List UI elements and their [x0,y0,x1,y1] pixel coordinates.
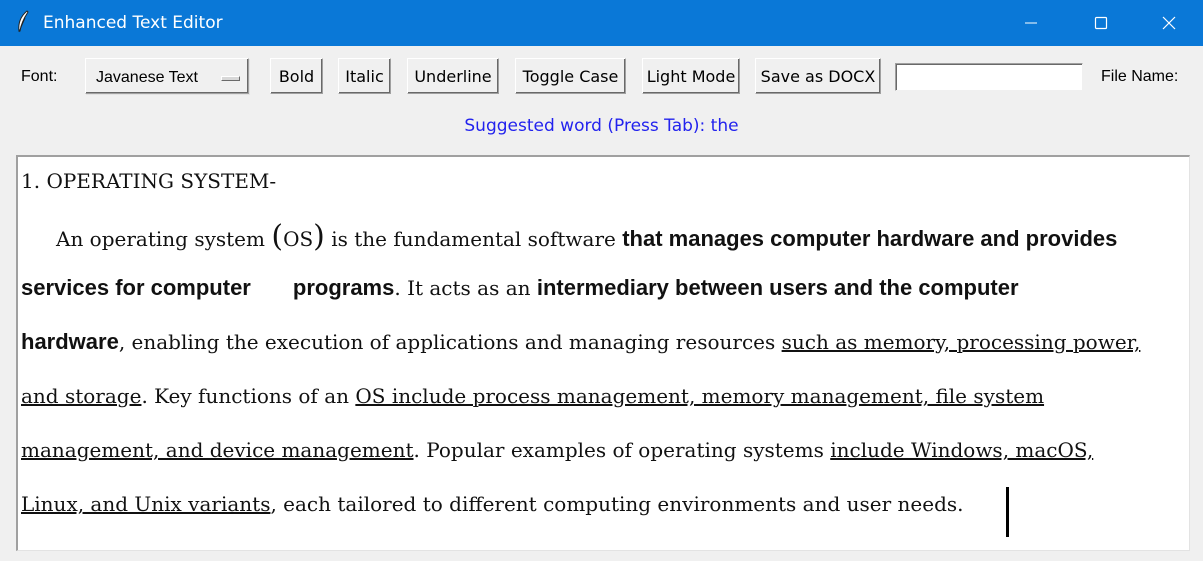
window-title: Enhanced Text Editor [43,13,223,33]
underlined-text-run: such as memory, processing power, [781,330,1141,354]
bold-text-run: programs [292,275,395,300]
maximize-button[interactable] [1066,0,1136,46]
text-run: ( [271,219,284,254]
light-mode-button[interactable]: Light Mode [642,58,740,94]
underlined-text-run: OS include process management, memory ma… [355,384,1045,408]
text-run: . Key functions of an [141,384,356,408]
word-suggestion: Suggested word (Press Tab): the [464,116,739,136]
text-run: OS [283,227,314,251]
bold-text-run: services for computer [21,275,251,300]
doc-line-4: hardware, enabling the execution of appl… [21,329,1140,355]
text-run: ) [313,219,325,254]
underlined-text-run: include Windows, macOS, [830,438,1094,462]
doc-line-1: 1. OPERATING SYSTEM- [21,169,276,193]
font-label: Font: [21,68,58,85]
close-button[interactable] [1134,0,1203,46]
minimize-icon [1025,22,1037,24]
text-run: is the fundamental software [324,227,623,251]
bold-text-run: hardware [21,329,119,354]
bold-button[interactable]: Bold [270,58,323,94]
doc-line-2: An operating system (OS) is the fundamen… [56,219,1117,254]
title-bar: Enhanced Text Editor [0,0,1203,46]
doc-line-7: Linux, and Unix variants, each tailored … [21,492,964,516]
dropdown-indicator-icon [221,76,240,81]
text-run: . It acts as an [394,276,537,300]
heading-text: 1. OPERATING SYSTEM- [21,169,277,193]
maximize-icon [1094,16,1108,30]
font-select[interactable]: Javanese Text [85,58,249,94]
text-editor[interactable]: 1. OPERATING SYSTEM- An operating system… [16,155,1190,551]
save-docx-button[interactable]: Save as DOCX [755,58,881,94]
font-select-value: Javanese Text [96,69,198,86]
italic-button[interactable]: Italic [338,58,391,94]
feather-icon [18,10,29,33]
doc-line-5: and storage. Key functions of an OS incl… [21,384,1044,408]
text-cursor [1006,487,1009,537]
underlined-text-run: management, and device management [21,438,414,462]
underlined-text-run: Linux, and Unix variants [21,492,271,516]
toggle-case-button[interactable]: Toggle Case [515,58,626,94]
text-run: . Popular examples of operating systems [413,438,831,462]
text-run: , enabling the execution of applications… [118,330,782,354]
underlined-text-run: and storage [21,384,142,408]
text-run: , each tailored to different computing e… [270,492,964,516]
bold-text-run: that manages computer hardware and provi… [622,226,1118,251]
file-name-input[interactable] [895,63,1083,91]
doc-line-6: management, and device management. Popul… [21,438,1093,462]
doc-line-3: services for computer programs. It acts a… [21,275,1019,301]
bold-text-run: intermediary between users and the compu… [536,275,1019,300]
text-run: An operating system [56,227,272,251]
close-icon [1162,16,1176,30]
file-name-label: File Name: [1101,68,1179,85]
underline-button[interactable]: Underline [407,58,499,94]
minimize-button[interactable] [996,0,1066,46]
